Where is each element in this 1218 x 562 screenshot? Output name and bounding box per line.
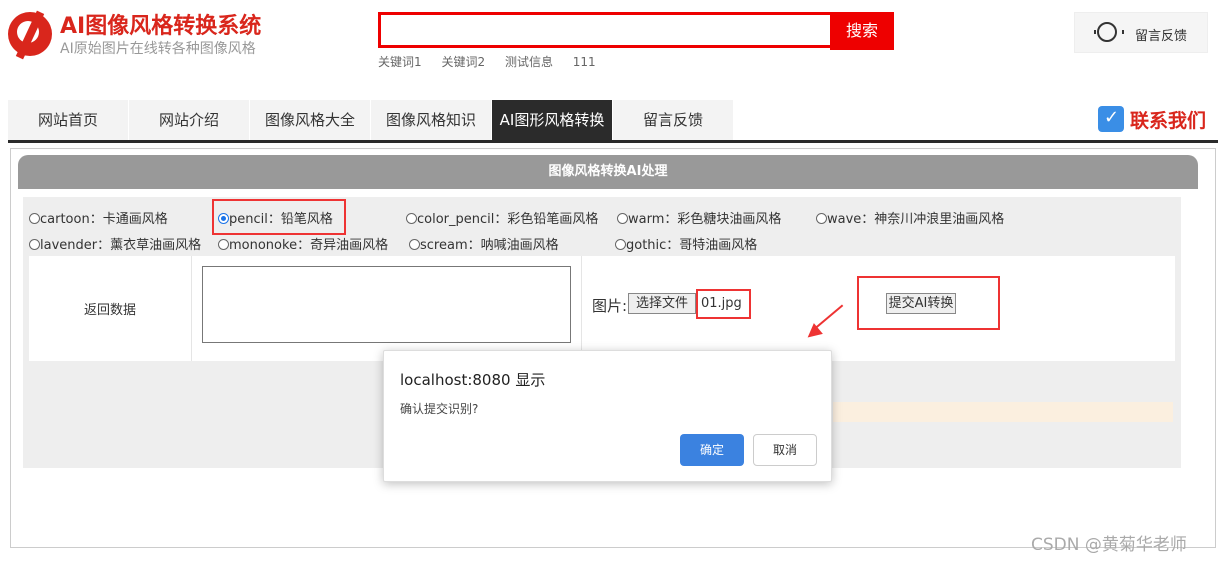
cell-divider xyxy=(581,256,582,361)
radio-mononoke[interactable]: mononoke：奇异油画风格 xyxy=(218,234,388,253)
search-input[interactable] xyxy=(378,12,830,48)
headset-icon xyxy=(1094,22,1124,42)
choose-file-button[interactable]: 选择文件 xyxy=(628,293,696,314)
radio-label: color_pencil：彩色铅笔画风格 xyxy=(417,212,599,227)
contact-icon xyxy=(1098,106,1124,132)
radio-button[interactable] xyxy=(29,239,40,250)
radio-label: scream：呐喊油画风格 xyxy=(420,238,559,253)
radio-button[interactable] xyxy=(816,213,827,224)
search-button[interactable]: 搜索 xyxy=(830,12,894,50)
radio-label: lavender：薰衣草油画风格 xyxy=(40,238,202,253)
radio-button[interactable] xyxy=(406,213,417,224)
nav-item-knowledge[interactable]: 图像风格知识 xyxy=(371,100,492,140)
radio-label: cartoon：卡通画风格 xyxy=(40,212,168,227)
file-name: 01.jpg xyxy=(701,296,742,311)
submit-ai-button[interactable]: 提交AI转换 xyxy=(886,293,956,314)
keyword-link[interactable]: 关键词1 xyxy=(378,55,422,69)
nav-item-home[interactable]: 网站首页 xyxy=(8,100,129,140)
cell-divider xyxy=(191,256,192,361)
dialog-ok-button[interactable]: 确定 xyxy=(680,434,744,466)
radio-gothic[interactable]: gothic：哥特油画风格 xyxy=(615,234,757,253)
feedback-label: 留言反馈 xyxy=(1135,29,1188,44)
dialog-title: localhost:8080 显示 xyxy=(400,371,546,389)
site-subtitle: AI原始图片在线转各种图像风格 xyxy=(60,41,256,57)
radio-button[interactable] xyxy=(218,239,229,250)
nav-item-about[interactable]: 网站介绍 xyxy=(129,100,250,140)
radio-button[interactable] xyxy=(29,213,40,224)
feedback-button[interactable]: 留言反馈 xyxy=(1074,12,1208,53)
panel-title: 图像风格转换AI处理 xyxy=(18,155,1198,189)
return-data-label: 返回数据 xyxy=(84,303,137,318)
keyword-link[interactable]: 111 xyxy=(573,55,596,69)
radio-button-selected[interactable] xyxy=(218,213,229,224)
nav-divider xyxy=(8,140,1218,143)
nav-item-styles[interactable]: 图像风格大全 xyxy=(250,100,371,140)
contact-link[interactable]: 联系我们 xyxy=(1130,106,1206,133)
image-label: 图片: xyxy=(592,297,628,315)
radio-scream[interactable]: scream：呐喊油画风格 xyxy=(409,234,559,253)
radio-button[interactable] xyxy=(615,239,626,250)
confirm-dialog: localhost:8080 显示 确认提交识别? 确定 取消 xyxy=(383,350,832,482)
return-data-textarea[interactable] xyxy=(202,266,571,343)
site-title: AI图像风格转换系统 xyxy=(60,14,262,39)
radio-label: pencil：铅笔风格 xyxy=(229,212,333,227)
radio-label: wave：神奈川冲浪里油画风格 xyxy=(827,212,1005,227)
result-bar xyxy=(833,402,1173,422)
keyword-links: 关键词1 关键词2 测试信息 111 xyxy=(378,53,612,70)
radio-button[interactable] xyxy=(409,239,420,250)
radio-pencil[interactable]: pencil：铅笔风格 xyxy=(218,208,333,227)
keyword-link[interactable]: 测试信息 xyxy=(505,55,553,69)
watermark: CSDN @黄菊华老师 xyxy=(1031,535,1187,555)
nav-item-feedback[interactable]: 留言反馈 xyxy=(613,100,734,140)
radio-color-pencil[interactable]: color_pencil：彩色铅笔画风格 xyxy=(406,208,598,227)
dialog-message: 确认提交识别? xyxy=(400,402,479,416)
radio-label: warm：彩色糖块油画风格 xyxy=(628,212,782,227)
radio-warm[interactable]: warm：彩色糖块油画风格 xyxy=(617,208,781,227)
radio-button[interactable] xyxy=(617,213,628,224)
keyword-link[interactable]: 关键词2 xyxy=(441,55,485,69)
radio-label: mononoke：奇异油画风格 xyxy=(229,238,389,253)
nav-item-ai-convert[interactable]: AI图形风格转换 xyxy=(492,100,613,140)
main-nav: 网站首页 网站介绍 图像风格大全 图像风格知识 AI图形风格转换 留言反馈 xyxy=(8,100,734,140)
radio-wave[interactable]: wave：神奈川冲浪里油画风格 xyxy=(816,208,1004,227)
radio-cartoon[interactable]: cartoon：卡通画风格 xyxy=(29,208,168,227)
radio-lavender[interactable]: lavender：薰衣草油画风格 xyxy=(29,234,201,253)
radio-label: gothic：哥特油画风格 xyxy=(626,238,758,253)
dialog-cancel-button[interactable]: 取消 xyxy=(753,434,817,466)
